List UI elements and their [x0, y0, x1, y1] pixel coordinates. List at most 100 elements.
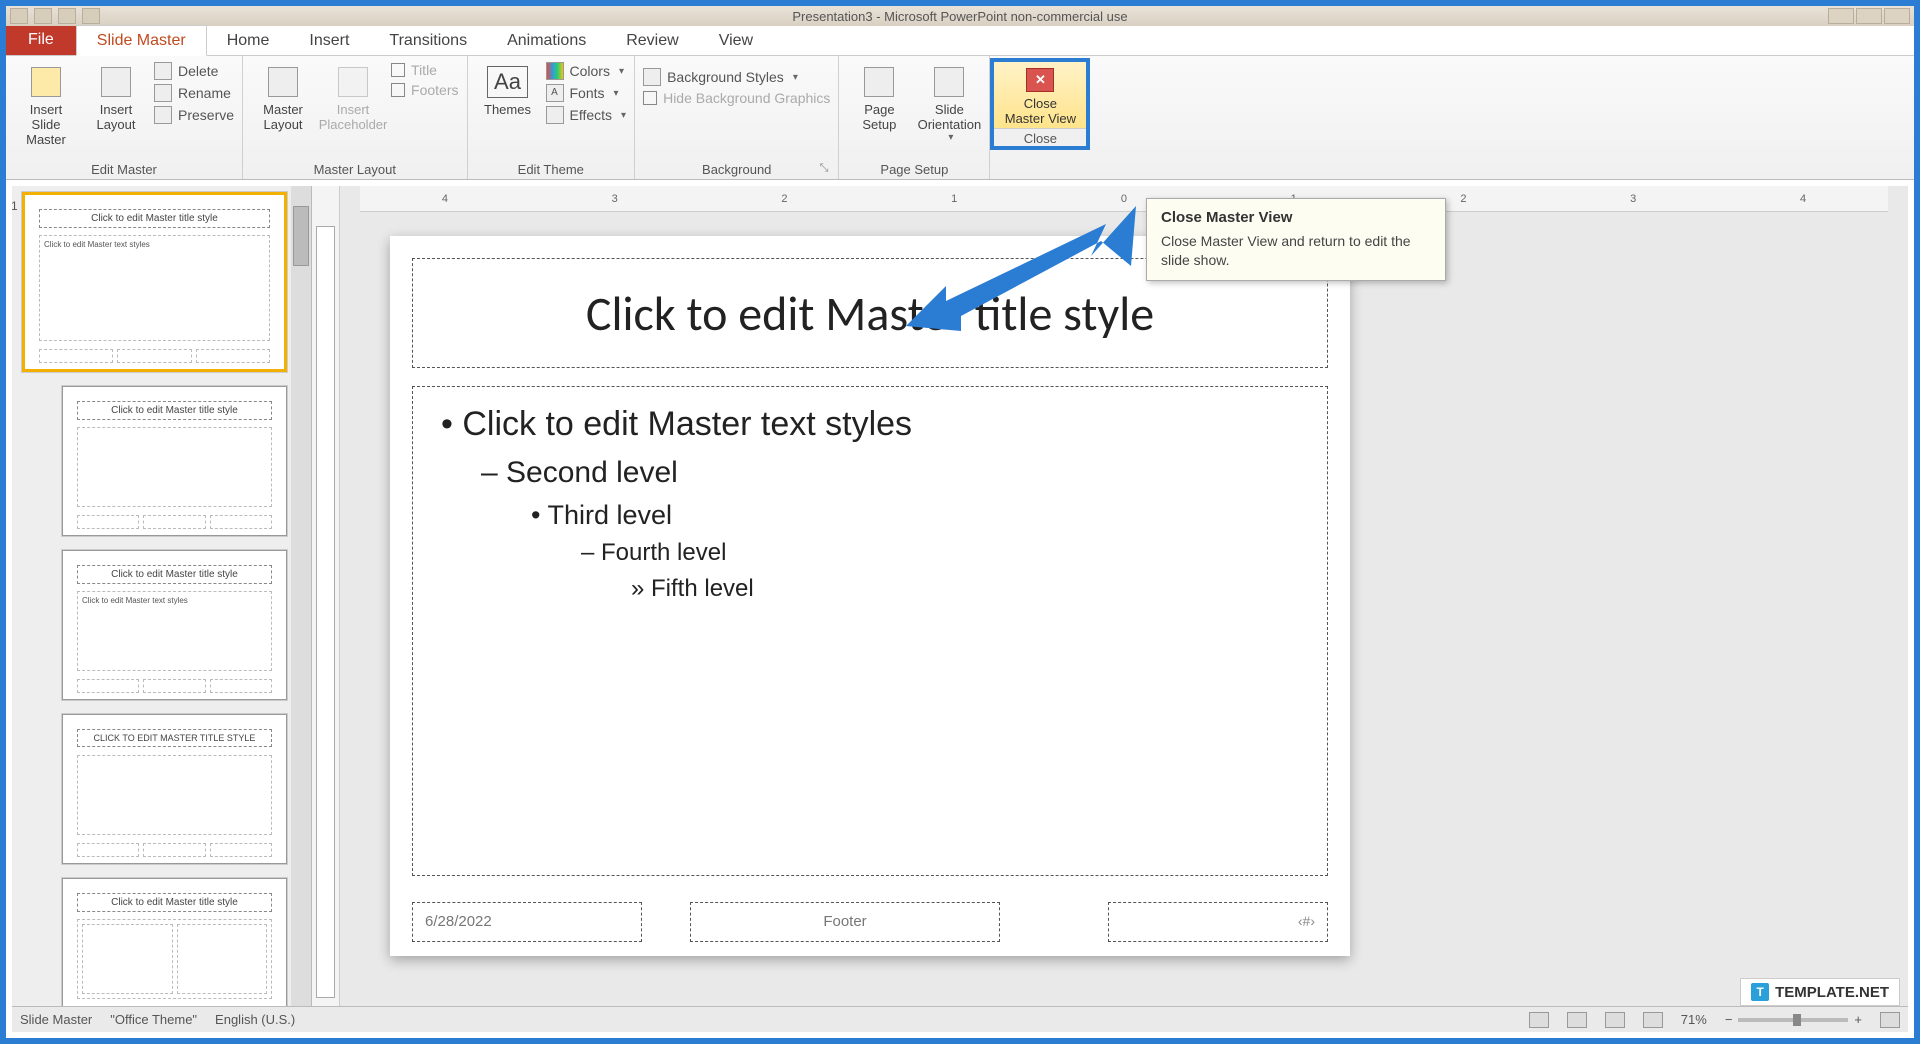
background-styles-button[interactable]: Background Styles	[643, 68, 830, 86]
page-setup-icon	[861, 64, 897, 100]
status-language: English (U.S.)	[215, 1012, 295, 1027]
tab-review[interactable]: Review	[606, 26, 698, 55]
close-master-view-button[interactable]: ✕ Close Master View	[994, 62, 1086, 128]
thumb-title: Click to edit Master title style	[77, 401, 272, 420]
page-setup-button[interactable]: Page Setup	[847, 60, 911, 132]
colors-button[interactable]: Colors	[546, 62, 627, 80]
footer-placeholder[interactable]: Footer	[690, 902, 1000, 942]
master-layout-icon	[265, 64, 301, 100]
close-window-button[interactable]	[1884, 8, 1910, 24]
sorter-view-button[interactable]	[1567, 1012, 1587, 1028]
zoom-slider[interactable]: − +	[1725, 1012, 1862, 1027]
body-level-2: Second level	[481, 456, 1299, 490]
minimize-button[interactable]	[1828, 8, 1854, 24]
group-edit-master-label: Edit Master	[14, 160, 234, 177]
undo-icon[interactable]	[58, 8, 76, 24]
themes-button[interactable]: Aa Themes	[476, 60, 540, 117]
zoom-in-icon[interactable]: +	[1854, 1012, 1862, 1027]
group-master-layout-label: Master Layout	[251, 160, 458, 177]
horizontal-ruler: 4 3 2 1 0 1 2 3 4	[360, 186, 1888, 212]
master-thumbnail[interactable]: 1 Click to edit Master title style Click…	[22, 192, 287, 372]
body-level-1: Click to edit Master text styles	[441, 405, 1299, 444]
title-checkbox[interactable]: Title	[391, 62, 458, 78]
group-edit-theme: Aa Themes Colors AFonts Effects Edit The…	[468, 56, 636, 179]
insert-placeholder-label: Insert Placeholder	[319, 102, 388, 132]
colors-label: Colors	[570, 63, 610, 79]
delete-icon	[154, 62, 172, 80]
thumbnail-scrollbar[interactable]	[291, 186, 311, 1008]
slide-canvas[interactable]: Click to edit Master title style Click t…	[390, 236, 1350, 956]
reading-view-button[interactable]	[1605, 1012, 1625, 1028]
ribbon: Insert Slide Master Insert Layout Delete…	[6, 56, 1914, 180]
effects-button[interactable]: Effects	[546, 106, 627, 124]
preserve-icon	[154, 106, 172, 124]
group-page-setup-label: Page Setup	[847, 160, 981, 177]
slide-number-placeholder[interactable]: ‹#›	[1108, 902, 1328, 942]
template-watermark-text: TEMPLATE.NET	[1775, 984, 1889, 1001]
delete-button[interactable]: Delete	[154, 62, 234, 80]
tab-file[interactable]: File	[6, 25, 76, 55]
window-controls	[1828, 8, 1910, 24]
tab-home[interactable]: Home	[207, 26, 290, 55]
window-title: Presentation3 - Microsoft PowerPoint non…	[792, 9, 1127, 24]
app-icon[interactable]	[10, 8, 28, 24]
layout-thumbnail[interactable]: Click to edit Master title style	[62, 878, 287, 1008]
tab-transitions[interactable]: Transitions	[369, 26, 487, 55]
tab-slide-master[interactable]: Slide Master	[76, 25, 207, 56]
slide-orientation-icon	[931, 64, 967, 100]
fit-to-window-button[interactable]	[1880, 1012, 1900, 1028]
thumb-body	[77, 427, 272, 507]
hide-background-label: Hide Background Graphics	[663, 90, 830, 106]
slideshow-view-button[interactable]	[1643, 1012, 1663, 1028]
window-titlebar: Presentation3 - Microsoft PowerPoint non…	[6, 6, 1914, 26]
fonts-button[interactable]: AFonts	[546, 84, 627, 102]
slide-orientation-button[interactable]: Slide Orientation	[917, 60, 981, 143]
maximize-button[interactable]	[1856, 8, 1882, 24]
body-placeholder[interactable]: Click to edit Master text styles Second …	[412, 386, 1328, 876]
normal-view-button[interactable]	[1529, 1012, 1549, 1028]
thumb-title: CLICK TO EDIT MASTER TITLE STYLE	[77, 729, 272, 747]
page-setup-label: Page Setup	[862, 102, 896, 132]
layout-thumbnail[interactable]: CLICK TO EDIT MASTER TITLE STYLE	[62, 714, 287, 864]
group-master-layout: Master Layout Insert Placeholder Title F…	[243, 56, 467, 179]
save-icon[interactable]	[34, 8, 52, 24]
slide-orientation-label: Slide Orientation	[918, 102, 982, 132]
group-edit-master: Insert Slide Master Insert Layout Delete…	[6, 56, 243, 179]
delete-label: Delete	[178, 63, 218, 79]
master-layout-button[interactable]: Master Layout	[251, 60, 315, 132]
insert-placeholder-button[interactable]: Insert Placeholder	[321, 60, 385, 132]
redo-icon[interactable]	[82, 8, 100, 24]
status-bar: Slide Master "Office Theme" English (U.S…	[12, 1006, 1908, 1032]
close-master-view-tooltip: Close Master View Close Master View and …	[1146, 198, 1446, 281]
master-layout-label: Master Layout	[263, 102, 303, 132]
insert-slide-master-label: Insert Slide Master	[14, 102, 78, 147]
group-close-label: Close	[994, 128, 1086, 146]
date-placeholder[interactable]: 6/28/2022	[412, 902, 642, 942]
tab-insert[interactable]: Insert	[289, 26, 369, 55]
thumbnail-number: 1	[12, 199, 18, 213]
hide-background-checkbox[interactable]: Hide Background Graphics	[643, 90, 830, 106]
zoom-out-icon[interactable]: −	[1725, 1012, 1733, 1027]
thumb-body	[77, 919, 272, 999]
footers-checkbox[interactable]: Footers	[391, 82, 458, 98]
effects-label: Effects	[570, 107, 613, 123]
insert-layout-button[interactable]: Insert Layout	[84, 60, 148, 132]
checkbox-icon	[391, 63, 405, 77]
thumb-body	[77, 755, 272, 835]
background-dialog-launcher[interactable]: ⤡	[820, 162, 831, 175]
insert-layout-label: Insert Layout	[96, 102, 135, 132]
group-page-setup: Page Setup Slide Orientation Page Setup	[839, 56, 990, 179]
ribbon-tabs: File Slide Master Home Insert Transition…	[6, 26, 1914, 56]
preserve-button[interactable]: Preserve	[154, 106, 234, 124]
insert-slide-master-button[interactable]: Insert Slide Master	[14, 60, 78, 147]
slide-editing-area: 4 3 2 1 0 1 2 3 4 Click to edit Master t…	[340, 186, 1908, 1008]
footers-checkbox-label: Footers	[411, 82, 458, 98]
tab-view[interactable]: View	[699, 26, 773, 55]
rename-button[interactable]: Rename	[154, 84, 234, 102]
tab-animations[interactable]: Animations	[487, 26, 606, 55]
layout-thumbnail[interactable]: Click to edit Master title style	[62, 386, 287, 536]
layout-thumbnail[interactable]: Click to edit Master title style Click t…	[62, 550, 287, 700]
insert-slide-master-icon	[28, 64, 64, 100]
template-watermark: T TEMPLATE.NET	[1740, 978, 1900, 1006]
thumb-body: Click to edit Master text styles	[39, 235, 270, 341]
